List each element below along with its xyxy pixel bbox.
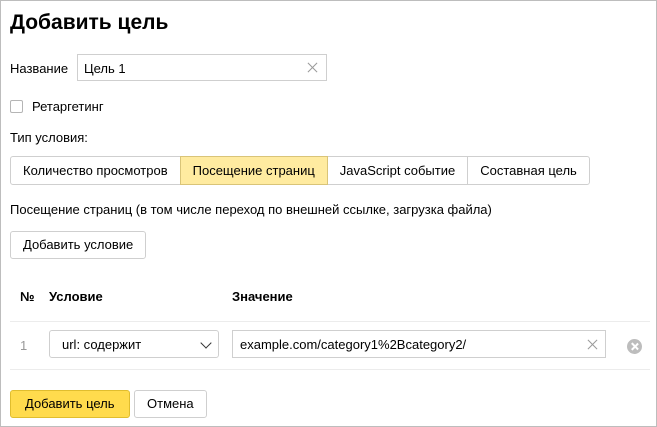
cancel-button[interactable]: Отмена — [134, 390, 207, 418]
retargeting-checkbox[interactable] — [10, 100, 23, 113]
add-goal-button[interactable]: Добавить цель — [10, 390, 130, 418]
column-header-number: № — [20, 289, 35, 304]
add-condition-button[interactable]: Добавить условие — [10, 231, 147, 259]
add-goal-dialog: Добавить цель Название Цель 1 Ретаргетин… — [0, 0, 657, 427]
condition-description: Посещение страниц (в том числе переход п… — [10, 202, 492, 217]
retargeting-label: Ретаргетинг — [32, 99, 104, 114]
name-label: Название — [10, 61, 69, 76]
condition-select[interactable]: url: содержит — [49, 330, 219, 358]
dialog-title: Добавить цель — [10, 11, 169, 34]
tab-javascript-event[interactable]: JavaScript событие — [326, 156, 469, 185]
goal-name-input[interactable]: Цель 1 — [77, 54, 327, 81]
chevron-down-icon — [200, 337, 212, 349]
condition-type-label: Тип условия: — [10, 130, 88, 145]
condition-type-tabs: Количество просмотров Посещение страниц … — [10, 156, 590, 185]
tab-page-visits[interactable]: Посещение страниц — [179, 156, 328, 185]
clear-icon[interactable] — [307, 62, 318, 73]
remove-row-icon[interactable] — [627, 339, 642, 354]
goal-name-value: Цель 1 — [84, 61, 126, 76]
tab-pageviews-count[interactable]: Количество просмотров — [10, 156, 181, 185]
condition-select-value: url: содержит — [62, 337, 142, 352]
row-divider — [10, 321, 650, 322]
row-number: 1 — [20, 338, 28, 353]
tab-composite-goal[interactable]: Составная цель — [467, 156, 590, 185]
condition-value-input[interactable]: example.com/category1%2Bcategory2/ — [232, 330, 606, 358]
clear-icon[interactable] — [587, 339, 598, 350]
column-header-condition: Условие — [49, 289, 103, 304]
condition-value-text: example.com/category1%2Bcategory2/ — [240, 337, 467, 352]
column-header-value: Значение — [232, 289, 293, 304]
row-divider — [10, 369, 650, 370]
